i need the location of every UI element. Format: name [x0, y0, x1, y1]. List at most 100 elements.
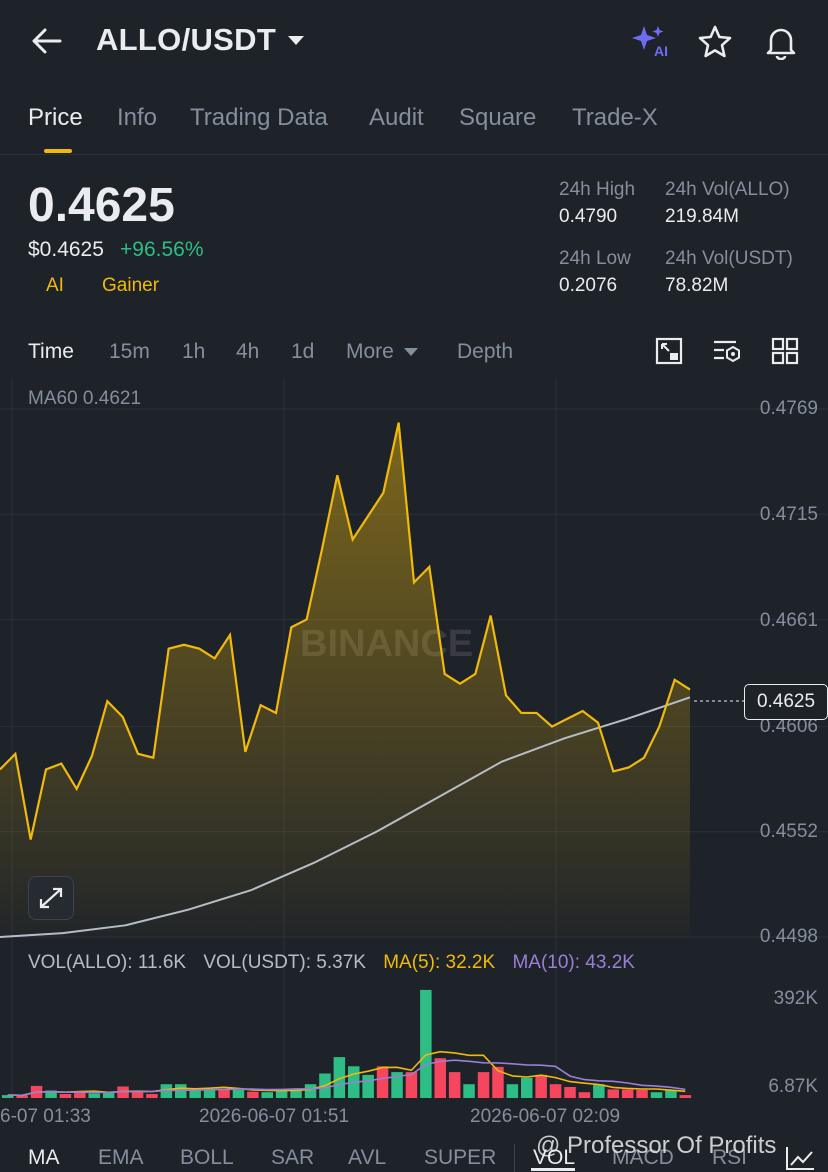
volume-bar [593, 1084, 605, 1098]
volume-bar [203, 1089, 216, 1098]
volume-legend: VOL(ALLO): 11.6K VOL(USDT): 5.37K MA(5):… [28, 952, 647, 974]
chart-type-icon[interactable] [784, 1144, 816, 1172]
vol-ma10: MA(10): 43.2K [512, 952, 635, 973]
interval-time[interactable]: Time [28, 340, 74, 364]
volume-bar [506, 1084, 519, 1098]
volume-bar [564, 1087, 576, 1098]
volume-bar [477, 1072, 490, 1098]
divider [514, 1144, 515, 1172]
tab-square[interactable]: Square [459, 104, 536, 132]
interval-1h[interactable]: 1h [182, 340, 205, 364]
volume-bar [218, 1089, 230, 1098]
volume-bar [434, 1058, 446, 1098]
chevron-down-icon[interactable] [288, 36, 304, 45]
interval-15m[interactable]: 15m [109, 340, 150, 364]
vol-quote-label: 24h Vol(USDT) [665, 248, 793, 269]
volume-bar [362, 1074, 374, 1098]
ma60-label: MA60 0.4621 [28, 388, 142, 409]
volume-bar [535, 1074, 547, 1098]
indicator-boll[interactable]: BOLL [180, 1146, 234, 1170]
interval-depth[interactable]: Depth [457, 340, 513, 364]
vol-y-label: 392K [773, 988, 818, 1009]
active-indicator-underline [531, 1168, 575, 1171]
volume-bar [650, 1092, 663, 1098]
back-arrow-icon[interactable] [30, 26, 64, 56]
tag-gainer[interactable]: Gainer [102, 275, 159, 297]
usd-price: $0.4625 [28, 238, 104, 261]
price-change-percent: +96.56% [120, 238, 204, 261]
y-axis-label: 0.4661 [759, 610, 818, 631]
volume-bar [621, 1089, 634, 1098]
volume-bar [131, 1092, 144, 1098]
bell-icon[interactable] [763, 24, 799, 60]
ai-badge-text: AI [654, 43, 668, 58]
vol-base-value: 219.84M [665, 206, 739, 227]
high-value: 0.4790 [559, 206, 618, 227]
volume-bar [420, 989, 432, 1098]
ai-sparkle-icon[interactable]: AI [630, 24, 670, 58]
volume-bar [405, 1072, 418, 1098]
volume-bar [74, 1092, 86, 1098]
low-label: 24h Low [559, 248, 631, 269]
volume-bar [679, 1095, 692, 1098]
vol-ma5: MA(5): 32.2K [383, 952, 496, 973]
volume-bar [578, 1092, 591, 1098]
vol-ma5-line [7, 1050, 686, 1097]
more-chevron-icon[interactable] [404, 348, 418, 356]
interval-1d[interactable]: 1d [291, 340, 314, 364]
interval-4h[interactable]: 4h [236, 340, 259, 364]
settings-list-icon[interactable] [712, 336, 742, 366]
expand-chart-icon[interactable] [28, 876, 74, 920]
y-axis-label: 0.4552 [759, 821, 818, 842]
volume-bar [549, 1084, 562, 1098]
volume-bar [232, 1089, 245, 1098]
volume-bar [88, 1093, 100, 1098]
volume-bar [607, 1089, 619, 1098]
vol-base-label: 24h Vol(ALLO) [665, 179, 790, 200]
star-icon[interactable] [697, 24, 733, 60]
x-axis-label: 6-07 01:33 [0, 1106, 91, 1127]
tab-trading-data[interactable]: Trading Data [190, 104, 328, 132]
current-price-tag[interactable]: 0.4625 [744, 684, 828, 720]
indicator-ma[interactable]: MA [28, 1146, 60, 1170]
y-axis-label: 0.4715 [759, 504, 818, 525]
indicator-sar[interactable]: SAR [271, 1146, 314, 1170]
tab-info[interactable]: Info [117, 104, 157, 132]
volume-bar [247, 1091, 259, 1098]
volume-bar [146, 1094, 158, 1098]
volume-bar [304, 1084, 317, 1098]
volume-bar [448, 1072, 461, 1098]
indicator-super[interactable]: SUPER [424, 1146, 496, 1170]
volume-bar [59, 1094, 72, 1098]
active-tab-indicator [44, 149, 72, 153]
vol-usdt: VOL(USDT): 5.37K [203, 952, 366, 973]
vol-quote-value: 78.82M [665, 275, 729, 296]
volume-bar [376, 1066, 389, 1098]
indicator-ema[interactable]: EMA [98, 1146, 144, 1170]
last-price: 0.4625 [28, 179, 175, 232]
vol-y-label: 6.87K [768, 1076, 818, 1097]
price-chart[interactable]: BINANCE [0, 380, 828, 1100]
tab-price[interactable]: Price [28, 104, 83, 132]
pair-title[interactable]: ALLO/USDT [96, 22, 276, 58]
vol-allo: VOL(ALLO): 11.6K [28, 952, 187, 973]
fullscreen-icon[interactable] [654, 336, 684, 366]
watermark-text: @ Professor Of Profits [536, 1132, 777, 1159]
price-area-fill [0, 422, 690, 937]
volume-bar [636, 1089, 648, 1098]
high-label: 24h High [559, 179, 636, 200]
grid-icon[interactable] [770, 336, 800, 366]
tab-trade-x[interactable]: Trade-X [572, 104, 658, 132]
tab-audit[interactable]: Audit [369, 104, 424, 132]
interval-more[interactable]: More [346, 340, 394, 364]
x-axis-label: 2026-06-07 02:09 [470, 1106, 621, 1127]
volume-bars [2, 989, 692, 1098]
y-axis-label: 0.4498 [759, 926, 818, 947]
y-axis-label: 0.4769 [759, 398, 818, 419]
volume-bar [261, 1092, 273, 1098]
tag-ai[interactable]: AI [46, 275, 64, 297]
x-axis-label: 2026-06-07 01:51 [199, 1106, 350, 1127]
indicator-avl[interactable]: AVL [348, 1146, 386, 1170]
low-value: 0.2076 [559, 275, 618, 296]
volume-bar [463, 1084, 475, 1098]
